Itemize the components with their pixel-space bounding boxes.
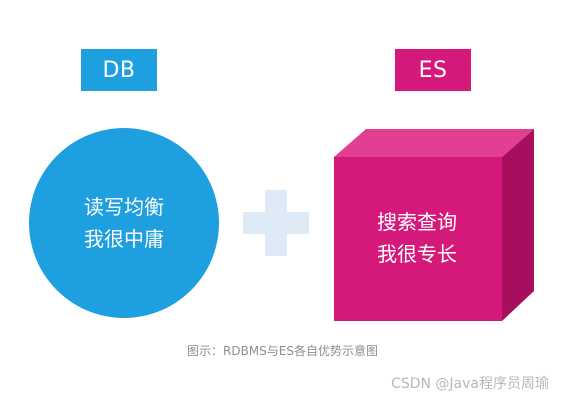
es-cube-line1: 搜索查询 — [377, 210, 457, 234]
es-cube-side-face — [502, 129, 534, 321]
figure-caption: 图示：RDBMS与ES各自优势示意图 — [187, 344, 378, 358]
plus-vertical-bar — [265, 190, 287, 256]
db-circle-line2: 我很中庸 — [84, 227, 164, 251]
es-cube: 搜索查询 我很专长 — [330, 125, 540, 325]
db-circle: 读写均衡 我很中庸 — [29, 128, 219, 318]
es-cube-line2: 我很专长 — [377, 242, 457, 266]
db-label-tag: DB — [81, 49, 157, 91]
es-label-tag: ES — [395, 49, 471, 91]
es-label-text: ES — [418, 57, 448, 83]
plus-icon — [243, 190, 309, 256]
watermark: CSDN @Java程序员周瑜 — [391, 376, 549, 392]
es-cube-top-face — [334, 129, 534, 157]
diagram-canvas: DB ES 读写均衡 我很中庸 搜索查询 我很专长 图示：RDBMS与ES各自优… — [0, 0, 565, 402]
db-circle-line1: 读写均衡 — [84, 195, 164, 219]
db-label-text: DB — [102, 57, 136, 83]
es-cube-text: 搜索查询 我很专长 — [334, 157, 500, 319]
